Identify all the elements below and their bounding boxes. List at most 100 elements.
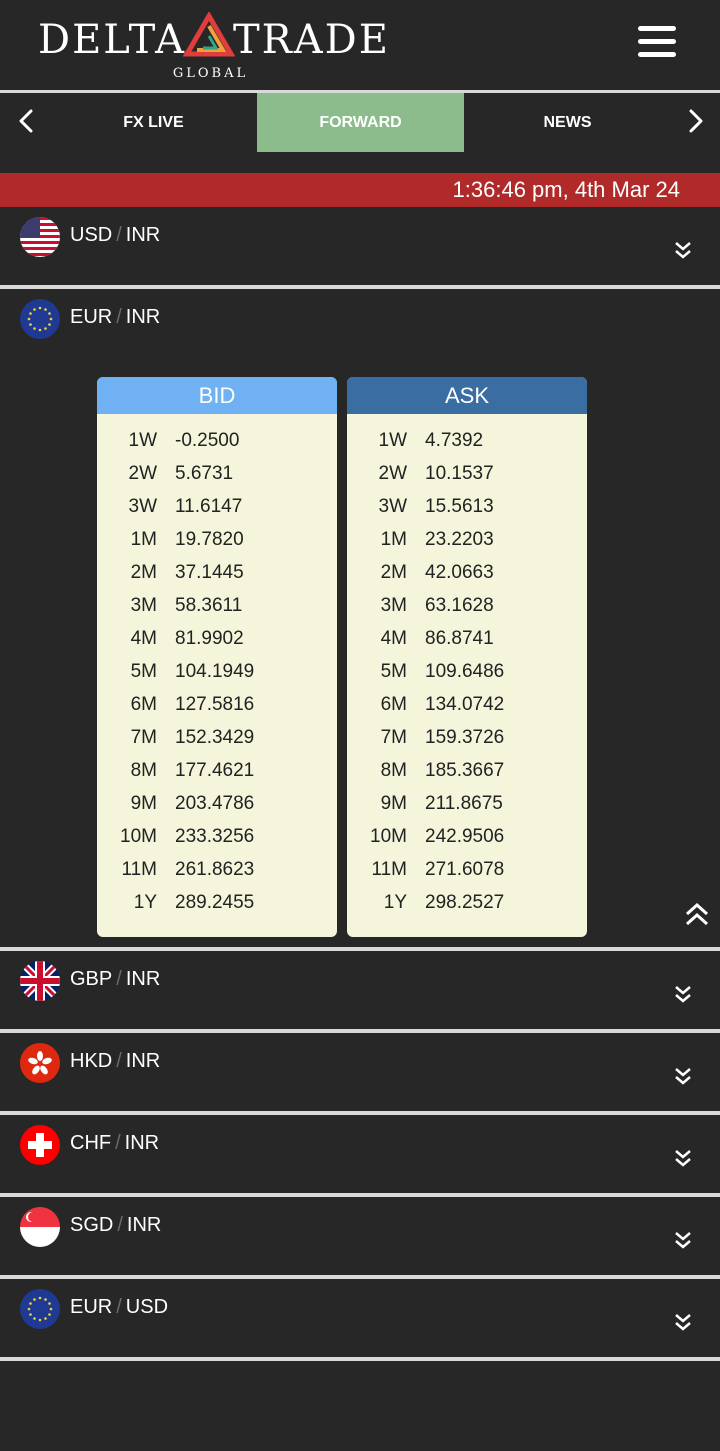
pair-row-eur-usd[interactable]: EUR / USD (0, 1279, 720, 1357)
ask-rate-row: 3M 63.1628 (347, 589, 587, 622)
rate-value: 58.3611 (175, 595, 243, 616)
tenor-label: 9M (380, 793, 407, 814)
ask-rate-row: 10M 242.9506 (347, 820, 587, 853)
rate-value: 11.6147 (175, 496, 243, 517)
ask-rate-row: 5M 109.6486 (347, 655, 587, 688)
pair-row-gbp-inr[interactable]: GBP / INR (0, 951, 720, 1029)
rate-value: 203.4786 (175, 793, 255, 814)
double-chevron-down-icon[interactable] (672, 1147, 694, 1169)
tenor-label: 2M (130, 562, 157, 583)
brand-logo[interactable]: DELTA TRADE GLOBAL (38, 8, 388, 84)
tenor-label: 6M (380, 694, 407, 715)
tenor-label: 11M (121, 859, 157, 880)
tenor-label: 10M (120, 826, 157, 847)
tenor-label: 1M (380, 529, 407, 550)
ask-header: ASK (347, 377, 587, 414)
bid-rate-row: 8M 177.4621 (97, 754, 337, 787)
rate-value: 5.6731 (175, 463, 234, 484)
tenor-label: 4M (380, 628, 407, 649)
double-chevron-down-icon[interactable] (672, 239, 694, 261)
rate-value: 152.3429 (175, 727, 255, 748)
bid-rate-row: 5M 104.1949 (97, 655, 337, 688)
brand-name-right: TRADE (233, 17, 390, 63)
tenor-label: 3M (380, 595, 407, 616)
chevron-right-icon[interactable] (680, 106, 710, 136)
rate-value: 109.6486 (425, 661, 505, 682)
bid-rate-row: 1Y 289.2455 (97, 886, 337, 919)
tab-bar: FX LIVE FORWARD NEWS (0, 93, 720, 152)
ask-card: ASK 1W 4.7392 2W 10.1537 3W 15.5613 1M 23.2203 2… (347, 377, 587, 937)
bid-rate-row: 1M 19.7820 (97, 523, 337, 556)
chevron-left-icon[interactable] (12, 106, 42, 136)
rate-value: 211.8675 (425, 793, 503, 814)
bid-rate-row: 10M 233.3256 (97, 820, 337, 853)
timestamp-bar: 1:36:46 pm, 4th Mar 24 (0, 173, 720, 207)
pair-row-chf-inr[interactable]: CHF / INR (0, 1115, 720, 1193)
bid-rate-row: 2M 37.1445 (97, 556, 337, 589)
triangle-logo-icon (183, 12, 235, 57)
rate-value: 185.3667 (425, 760, 505, 781)
tenor-label: 3M (130, 595, 157, 616)
bid-rate-row: 9M 203.4786 (97, 787, 337, 820)
tenor-label: 3W (128, 496, 158, 517)
ask-rate-row: 1W 4.7392 (347, 424, 587, 457)
rate-value: 261.8623 (175, 859, 255, 880)
rate-value: 177.4621 (175, 760, 255, 781)
tenor-label: 2M (380, 562, 407, 583)
bid-rate-row: 3W 11.6147 (97, 490, 337, 523)
bid-rate-row: 3M 58.3611 (97, 589, 337, 622)
rate-value: 63.1628 (425, 595, 494, 616)
tenor-label: 2W (378, 463, 408, 484)
tab-news[interactable]: NEWS (464, 93, 671, 152)
tenor-label: 5M (380, 661, 407, 682)
timestamp: 1:36:46 pm, 4th Mar 24 (452, 177, 680, 202)
tenor-label: 1W (128, 430, 158, 451)
rate-value: 19.7820 (175, 529, 244, 550)
eu-flag-icon (20, 1289, 60, 1329)
pair-label: CHF / INR (70, 1132, 160, 1154)
hamburger-menu-icon[interactable] (638, 24, 678, 60)
rate-value: 81.9902 (175, 628, 244, 649)
pair-row-hkd-inr[interactable]: HKD / INR (0, 1033, 720, 1111)
rate-value: 127.5816 (175, 694, 255, 715)
tenor-label: 6M (130, 694, 157, 715)
tenor-label: 7M (130, 727, 157, 748)
app-header: DELTA TRADE GLOBAL (0, 0, 720, 90)
rate-value: 242.9506 (425, 826, 505, 847)
double-chevron-down-icon[interactable] (672, 1229, 694, 1251)
tenor-label: 9M (130, 793, 157, 814)
tab-fx-live[interactable]: FX LIVE (50, 93, 257, 152)
tenor-label: 3W (378, 496, 408, 517)
pair-label: EUR / USD (70, 1296, 169, 1318)
double-chevron-up-icon[interactable] (683, 900, 711, 928)
tenor-label: 2W (128, 463, 158, 484)
bid-rate-row: 4M 81.9902 (97, 622, 337, 655)
double-chevron-down-icon[interactable] (672, 983, 694, 1005)
rate-value: 271.6078 (425, 859, 505, 880)
tab-forward[interactable]: FORWARD (257, 93, 464, 152)
pair-row-usd-inr[interactable]: USD / INR (0, 207, 720, 285)
rate-value: 15.5613 (425, 496, 494, 517)
ask-rate-row: 2W 10.1537 (347, 457, 587, 490)
tenor-label: 7M (380, 727, 407, 748)
ask-rate-row: 9M 211.8675 (347, 787, 587, 820)
row-divider (0, 1357, 720, 1361)
tenor-label: 1Y (133, 892, 157, 913)
brand-subtitle: GLOBAL (172, 66, 249, 81)
switzerland-flag-icon (20, 1125, 60, 1165)
tenor-label: 8M (380, 760, 407, 781)
pair-label: SGD / INR (70, 1214, 162, 1236)
tenor-label: 4M (130, 628, 157, 649)
rate-value: 298.2527 (425, 892, 505, 913)
rate-value: 23.2203 (425, 529, 494, 550)
ask-rate-row: 8M 185.3667 (347, 754, 587, 787)
pair-row-sgd-inr[interactable]: SGD / INR (0, 1197, 720, 1275)
ask-rate-row: 3W 15.5613 (347, 490, 587, 523)
tenor-label: 1W (378, 430, 408, 451)
rate-value: -0.2500 (175, 430, 240, 451)
tenor-label: 10M (370, 826, 407, 847)
tenor-label: 5M (130, 661, 157, 682)
double-chevron-down-icon[interactable] (672, 1065, 694, 1087)
double-chevron-down-icon[interactable] (672, 1311, 694, 1333)
brand-name-left: DELTA (38, 17, 186, 63)
